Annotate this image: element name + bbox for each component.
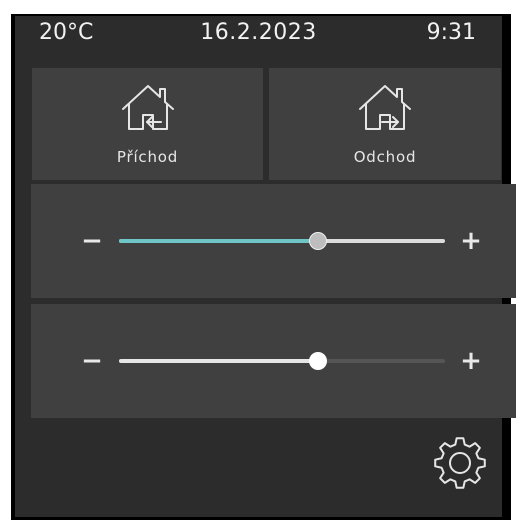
- arrive-label: Příchod: [116, 148, 179, 166]
- house-arrive-icon: [121, 85, 174, 130]
- status-bar: 20°C 16.2.2023 9:31: [15, 16, 502, 50]
- arrive-button[interactable]: Příchod: [32, 68, 263, 180]
- control-panel: 20°C 16.2.2023 9:31 Příchod Odchod − + −…: [15, 16, 516, 517]
- slider-knob-1[interactable]: [308, 232, 327, 250]
- time-readout: 9:31: [426, 20, 476, 45]
- decrease-button-1[interactable]: −: [81, 228, 103, 254]
- slider-fill-1: [119, 239, 318, 243]
- decrease-button-2[interactable]: −: [81, 348, 103, 374]
- leave-label: Odchod: [353, 148, 417, 166]
- slider-panel-2: − +: [31, 304, 516, 418]
- slider-fill-2: [119, 359, 318, 363]
- leave-button[interactable]: Odchod: [269, 68, 501, 180]
- gear-icon[interactable]: [431, 434, 489, 492]
- slider-knob-2[interactable]: [308, 352, 327, 370]
- increase-button-1[interactable]: +: [460, 228, 482, 254]
- increase-button-2[interactable]: +: [460, 348, 482, 374]
- slider-panel-1: − +: [31, 184, 516, 298]
- house-leave-icon: [359, 85, 411, 130]
